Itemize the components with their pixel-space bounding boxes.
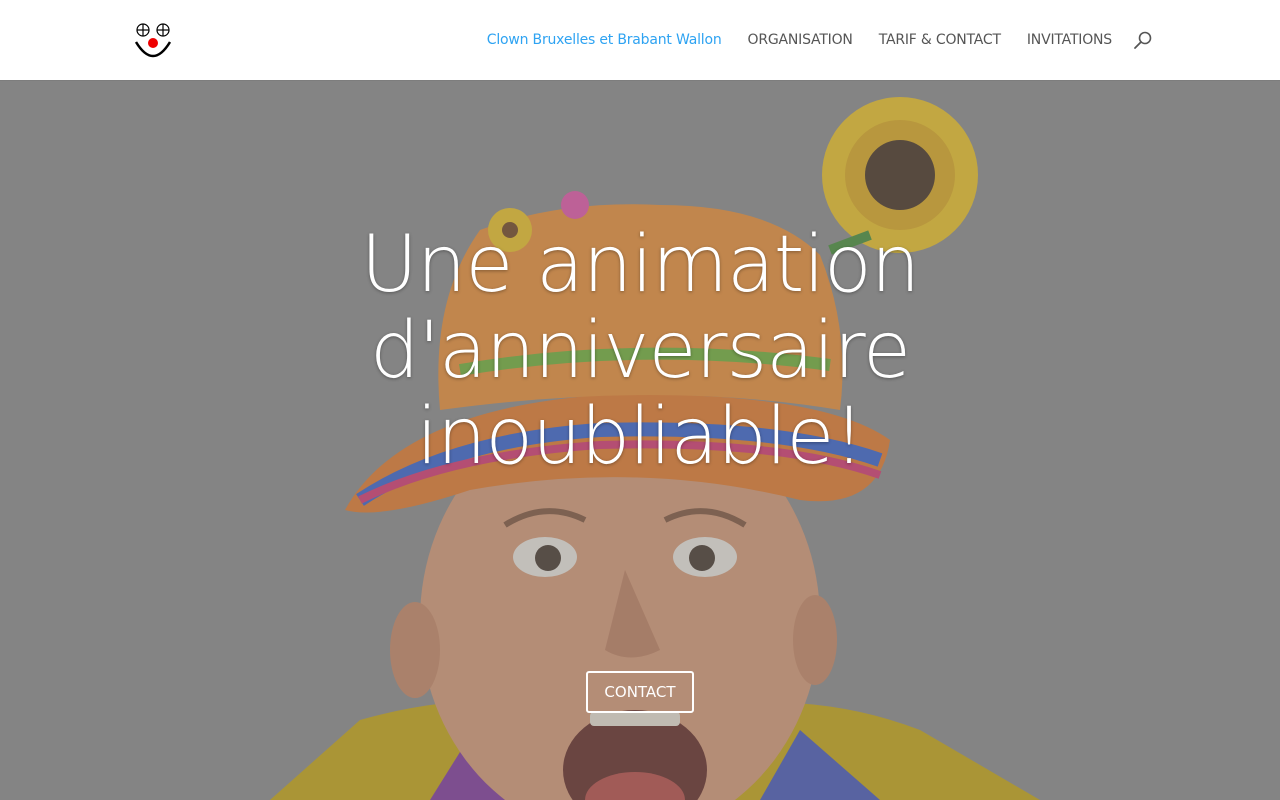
nav-link-home[interactable]: Clown Bruxelles et Brabant Wallon xyxy=(487,32,722,48)
main-nav: Clown Bruxelles et Brabant Wallon ORGANI… xyxy=(461,0,1112,80)
search-icon[interactable] xyxy=(1133,30,1153,50)
hero-title-line-1: Une animation xyxy=(360,220,920,310)
hero-title-line-2: d'anniversaire xyxy=(370,306,911,396)
clown-face-icon[interactable] xyxy=(132,18,176,62)
site-header: Clown Bruxelles et Brabant Wallon ORGANI… xyxy=(0,0,1280,80)
contact-button[interactable]: CONTACT xyxy=(586,671,694,713)
nav-link-tarif-contact[interactable]: TARIF & CONTACT xyxy=(879,32,1001,48)
hero-title: Une animation d'anniversaire inoubliable… xyxy=(290,222,990,480)
nav-link-invitations[interactable]: INVITATIONS xyxy=(1027,32,1112,48)
nav-link-organisation[interactable]: ORGANISATION xyxy=(748,32,853,48)
hero-section: Une animation d'anniversaire inoubliable… xyxy=(0,80,1280,800)
hero-title-line-3: inoubliable! xyxy=(416,392,864,482)
